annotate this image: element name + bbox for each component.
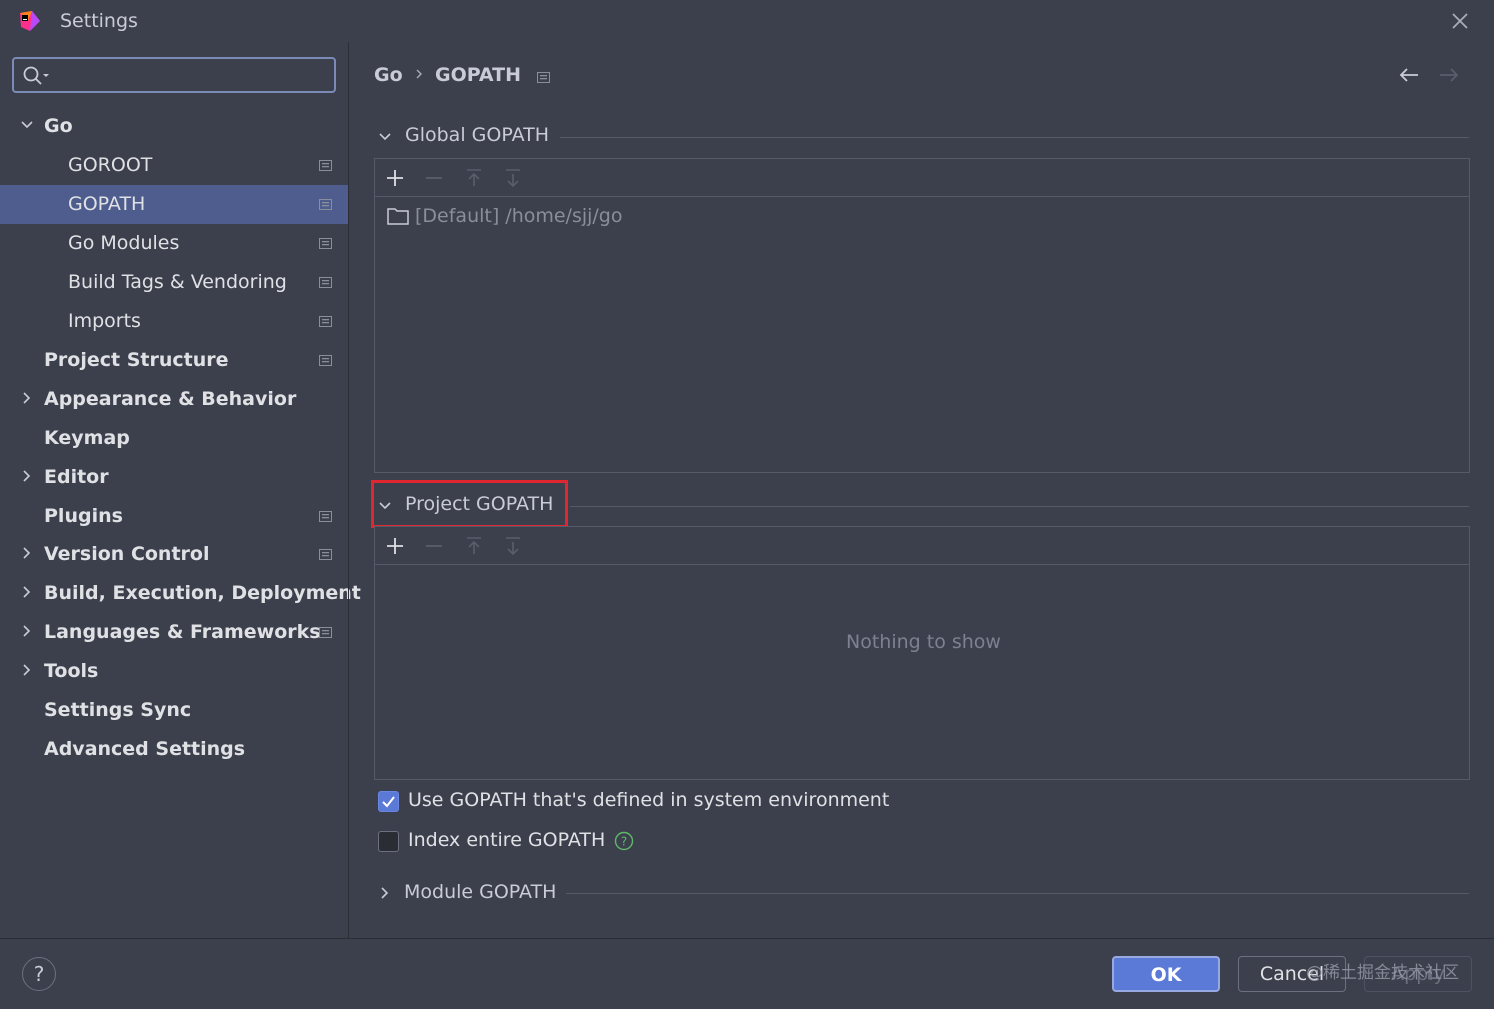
chevron-right-icon[interactable] [20,546,34,560]
page-settings-icon [319,511,332,522]
arrow-right-icon[interactable] [1436,62,1462,88]
sidebar-item-label: Settings Sync [44,699,192,721]
checkbox-label: Use GOPATH that's defined in system envi… [408,789,890,811]
breadcrumb-current: GOPATH [435,64,522,86]
settings-search[interactable] [12,57,336,93]
chevron-down-icon[interactable] [20,118,34,132]
sidebar-item-label: Version Control [44,543,210,565]
page-settings-icon [319,316,332,327]
sidebar-item-label: Advanced Settings [44,738,246,760]
chevron-right-icon[interactable] [20,469,34,483]
watermark-text: @稀土掘金技术社区 [1306,963,1459,983]
chevron-right-icon[interactable] [20,663,34,677]
sidebar-item-editor[interactable]: Editor [0,458,348,497]
global-gopath-list: [Default] /home/sjj/go [374,158,1470,473]
sidebar-item-label: Keymap [44,427,130,449]
help-icon[interactable]: ? [614,831,634,851]
sidebar-item-label: Languages & Frameworks [44,621,321,643]
jetbrains-logo-icon [20,11,40,31]
sidebar-item-go-modules[interactable]: Go Modules [0,224,348,263]
sidebar-item-languages[interactable]: Languages & Frameworks [0,613,348,652]
plus-icon[interactable] [384,535,406,557]
chevron-down-icon[interactable] [378,130,392,144]
empty-list-text: Nothing to show [846,631,1001,653]
sidebar-item-appearance[interactable]: Appearance & Behavior [0,380,348,419]
help-button[interactable]: ? [22,957,56,991]
page-settings-icon [319,238,332,249]
page-settings-icon [319,277,332,288]
sidebar-item-project-structure[interactable]: Project Structure [0,341,348,380]
project-gopath-toolbar [375,527,1469,565]
sidebar-item-plugins[interactable]: Plugins [0,497,348,536]
sidebar-item-build-execution[interactable]: Build, Execution, Deployment [0,574,361,613]
page-settings-icon [319,199,332,210]
page-settings-icon [319,549,332,560]
sidebar-item-imports[interactable]: Imports [0,302,348,341]
module-gopath-title[interactable]: Module GOPATH [404,881,556,903]
sidebar-item-label: Build Tags & Vendoring [68,271,287,293]
plus-icon[interactable] [384,167,406,189]
window-title: Settings [60,10,138,32]
annotation-highlight-box [371,480,568,528]
sidebar-item-label: Editor [44,466,109,488]
checkbox-checked[interactable] [378,791,399,812]
page-settings-icon [319,160,332,171]
sidebar-item-label: GOROOT [68,154,153,176]
sidebar-item-label: Appearance & Behavior [44,388,297,410]
sidebar-item-settings-sync[interactable]: Settings Sync [0,691,348,730]
chevron-right-icon[interactable] [20,585,34,599]
chevron-right-icon[interactable] [20,624,34,638]
sidebar-item-label: Tools [44,660,99,682]
arrow-down-icon[interactable] [502,535,524,557]
sidebar-item-goroot[interactable]: GOROOT [0,146,348,185]
breadcrumb-separator-icon [416,69,422,79]
chevron-right-icon[interactable] [378,886,392,900]
arrow-up-icon[interactable] [463,167,485,189]
section-divider [566,893,1469,894]
checkbox-unchecked[interactable] [378,831,399,852]
checkbox-label: Index entire GOPATH [408,829,606,851]
sidebar-item-build-tags[interactable]: Build Tags & Vendoring [0,263,348,302]
arrow-up-icon[interactable] [463,535,485,557]
minus-icon[interactable] [423,535,445,557]
sidebar-item-label: Project Structure [44,349,229,371]
breadcrumb-parent[interactable]: Go [374,64,403,86]
sidebar-item-label: Go Modules [68,232,180,254]
sidebar-item-gopath[interactable]: GOPATH [0,185,348,224]
help-glyph: ? [621,835,627,849]
sidebar-item-go[interactable]: Go [0,107,348,146]
close-icon[interactable] [1448,9,1472,33]
global-gopath-title[interactable]: Global GOPATH [405,124,549,146]
arrow-down-icon[interactable] [502,167,524,189]
sidebar-item-tools[interactable]: Tools [0,652,348,691]
chevron-right-icon[interactable] [20,391,34,405]
gopath-entry: [Default] /home/sjj/go [415,205,623,227]
sidebar-item-label: Imports [68,310,141,332]
ok-button[interactable]: OK [1112,956,1220,992]
search-icon [23,66,49,85]
sidebar-item-label: Build, Execution, Deployment [44,582,361,604]
sidebar-item-label: Go [44,115,73,137]
arrow-left-icon[interactable] [1396,62,1422,88]
page-settings-icon [319,355,332,366]
section-divider [570,506,1469,507]
minus-icon[interactable] [423,167,445,189]
sidebar-item-label: GOPATH [68,193,146,215]
settings-sidebar: Go GOROOT GOPATH Go Modules Build Tags &… [0,42,361,938]
sidebar-item-keymap[interactable]: Keymap [0,419,348,458]
sidebar-item-label: Plugins [44,505,123,527]
sidebar-item-advanced-settings[interactable]: Advanced Settings [0,730,348,769]
section-divider [560,137,1469,138]
page-settings-icon [319,627,332,638]
sidebar-item-version-control[interactable]: Version Control [0,535,348,574]
page-settings-icon [537,72,550,83]
search-input[interactable] [58,62,328,88]
title-bar: Settings [0,0,1494,42]
project-gopath-list: Nothing to show [374,526,1470,780]
global-gopath-toolbar [375,159,1469,197]
folder-icon [387,208,409,225]
checkmark-icon [382,796,395,808]
sidebar-divider [348,42,349,938]
